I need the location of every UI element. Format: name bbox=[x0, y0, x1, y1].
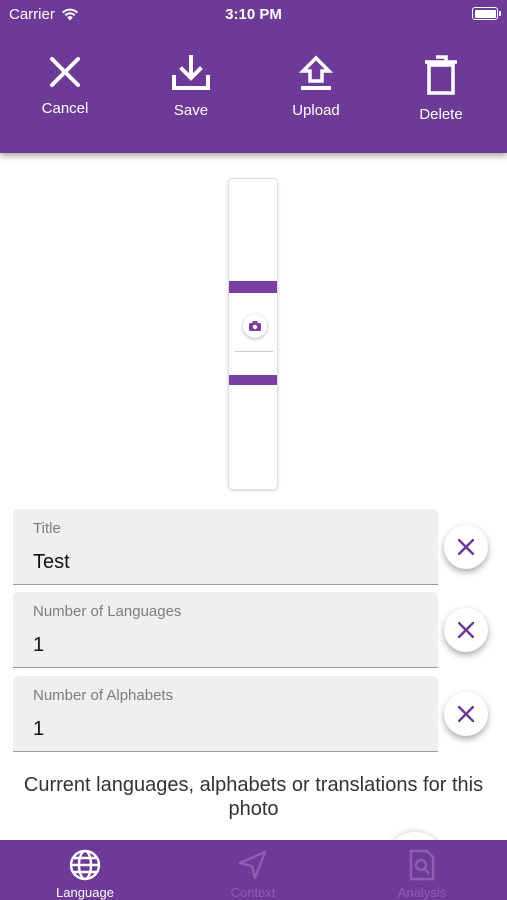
clear-title-button[interactable] bbox=[444, 525, 488, 569]
clear-languages-button[interactable] bbox=[444, 608, 488, 652]
title-field[interactable]: Title Test bbox=[13, 509, 438, 585]
preview-divider bbox=[235, 351, 273, 352]
tab-context-label: Context bbox=[230, 885, 276, 900]
tab-context[interactable]: Context bbox=[193, 840, 313, 900]
upload-icon bbox=[298, 55, 334, 90]
delete-button[interactable]: Delete bbox=[396, 55, 486, 123]
preview-footer-bar bbox=[229, 375, 277, 385]
title-field-value[interactable]: Test bbox=[33, 551, 70, 574]
battery-icon bbox=[472, 7, 501, 20]
cancel-button[interactable]: Cancel bbox=[20, 55, 110, 117]
tab-language[interactable]: Language bbox=[25, 840, 145, 900]
navigation-arrow-icon bbox=[238, 850, 267, 880]
status-bar: Carrier 3:10 PM bbox=[0, 0, 507, 30]
download-icon bbox=[172, 55, 210, 90]
languages-count-value[interactable]: 1 bbox=[33, 634, 44, 657]
tab-analysis[interactable]: Analysis bbox=[362, 840, 482, 900]
languages-count-field[interactable]: Number of Languages 1 bbox=[13, 592, 438, 668]
document-search-icon bbox=[409, 849, 435, 881]
preview-camera-icon bbox=[243, 314, 267, 338]
upload-button[interactable]: Upload bbox=[271, 55, 361, 119]
info-caption: Current languages, alphabets or translat… bbox=[23, 774, 484, 820]
tab-analysis-label: Analysis bbox=[397, 885, 447, 900]
trash-icon bbox=[425, 55, 457, 95]
close-icon bbox=[50, 57, 80, 87]
close-icon bbox=[458, 622, 474, 638]
delete-label: Delete bbox=[419, 106, 463, 123]
bottom-tab-bar: Language Context Analysis bbox=[0, 840, 507, 900]
alphabets-count-label: Number of Alphabets bbox=[33, 687, 174, 704]
save-button[interactable]: Save bbox=[146, 55, 236, 119]
top-header: Carrier 3:10 PM Cancel Save Upload Delet… bbox=[0, 0, 507, 153]
close-icon bbox=[458, 539, 474, 555]
close-icon bbox=[458, 706, 474, 722]
globe-icon bbox=[69, 849, 101, 881]
alphabets-count-value[interactable]: 1 bbox=[33, 718, 44, 741]
cancel-label: Cancel bbox=[41, 100, 89, 117]
photo-preview[interactable] bbox=[228, 178, 278, 490]
alphabets-count-field[interactable]: Number of Alphabets 1 bbox=[13, 676, 438, 752]
status-time: 3:10 PM bbox=[225, 6, 282, 23]
preview-header-bar bbox=[229, 281, 277, 293]
tab-language-label: Language bbox=[56, 885, 114, 900]
save-label: Save bbox=[173, 102, 209, 119]
upload-label: Upload bbox=[292, 102, 340, 119]
title-field-label: Title bbox=[33, 520, 61, 537]
languages-count-label: Number of Languages bbox=[33, 603, 182, 620]
clear-alphabets-button[interactable] bbox=[444, 692, 488, 736]
